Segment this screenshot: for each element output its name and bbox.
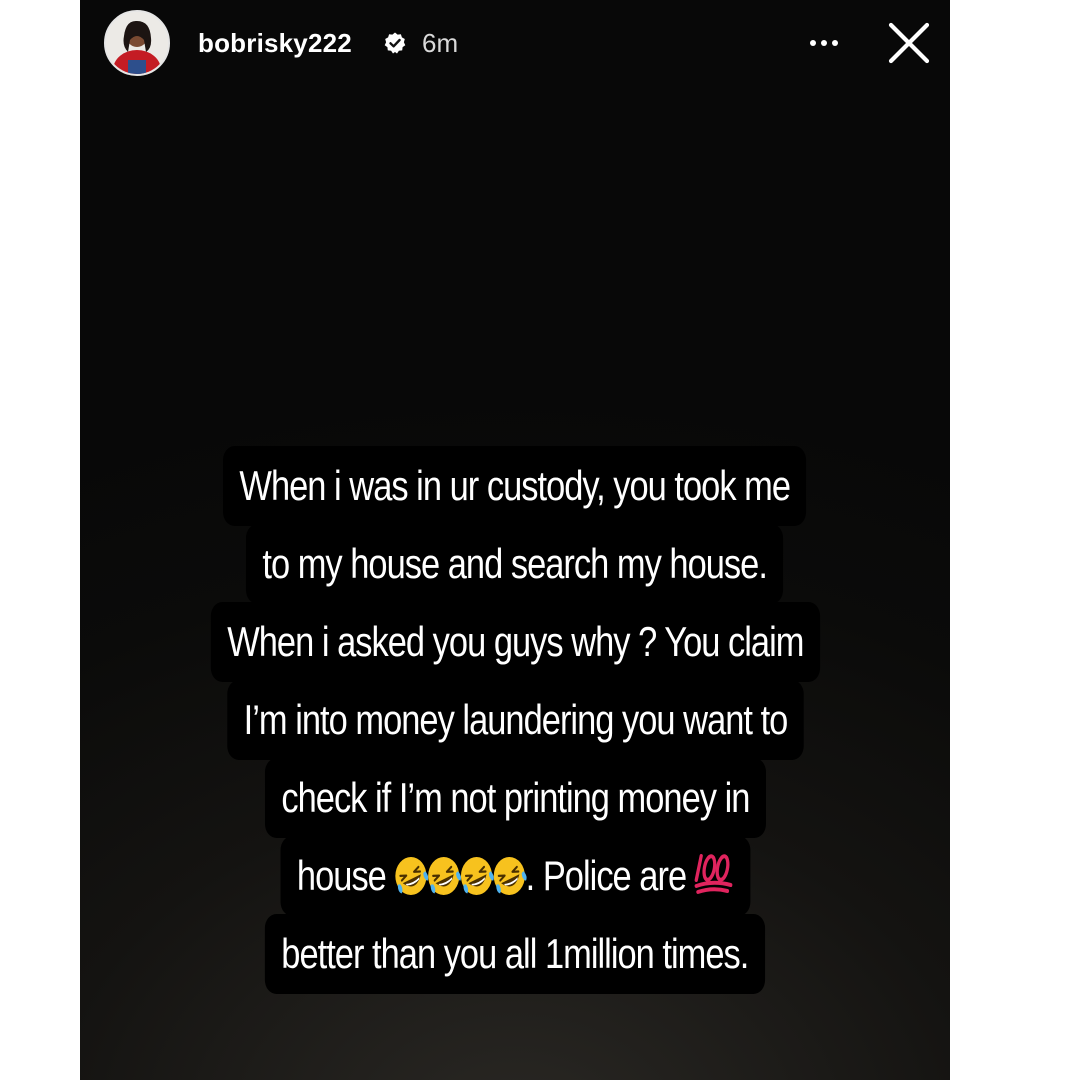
page: bobrisky222 6m When i was in ur custody,…: [0, 0, 1080, 1080]
caption-line: I’m into money laundering you want to: [226, 680, 804, 760]
caption-line: to my house and search my house.: [246, 524, 784, 604]
rofl-emoji: [392, 844, 428, 895]
caption-line: When i asked you guys why ? You claim: [210, 602, 820, 682]
post-timestamp: 6m: [422, 28, 459, 58]
more-options-icon[interactable]: [804, 26, 844, 60]
caption-line: check if I’m not printing money in: [264, 758, 766, 838]
close-icon[interactable]: [886, 20, 932, 66]
story-header: bobrisky222 6m: [80, 0, 950, 88]
verified-badge-icon: [383, 31, 407, 55]
avatar[interactable]: [104, 10, 170, 76]
caption-text: . Police are: [525, 852, 686, 899]
story-viewer[interactable]: bobrisky222 6m When i was in ur custody,…: [80, 0, 950, 1080]
story-caption: When i was in ur custody, you took me to…: [80, 446, 950, 994]
rofl-emoji: [425, 844, 461, 895]
rofl-emoji: [491, 844, 527, 895]
caption-line-with-emojis: house . Police are: [280, 836, 750, 916]
rofl-emoji: [458, 844, 494, 895]
hundred-points-emoji: [691, 842, 734, 894]
caption-text: house: [296, 852, 387, 899]
username[interactable]: bobrisky222: [198, 27, 352, 59]
caption-line: When i was in ur custody, you took me: [223, 446, 807, 526]
caption-line: better than you all 1million times.: [265, 914, 765, 994]
